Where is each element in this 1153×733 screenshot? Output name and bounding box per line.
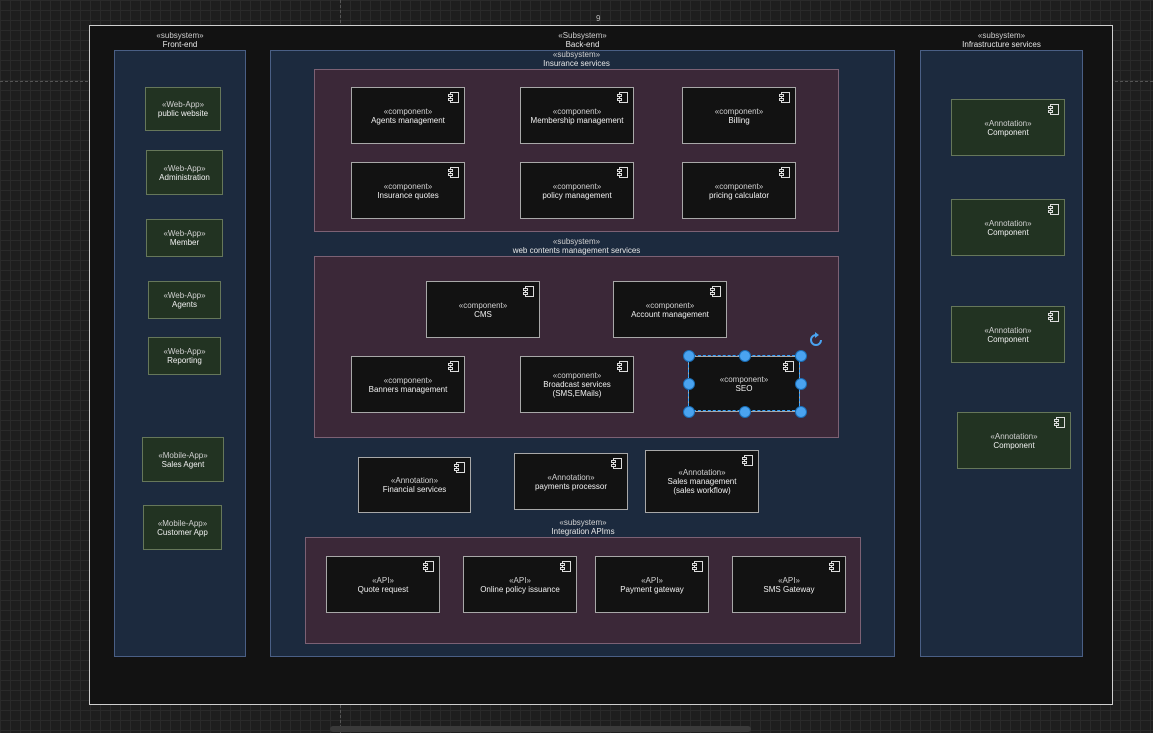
infra-component-1[interactable]: «Annotation» Component (951, 99, 1065, 156)
component-account-management[interactable]: «component» Account management (613, 281, 727, 338)
component-icon (783, 361, 794, 372)
component-seo[interactable]: «component» SEO (688, 356, 800, 412)
mobileapp-customer-app[interactable]: «Mobile-App» Customer App (143, 505, 222, 550)
component-icon (617, 167, 628, 178)
front-end-label: «subsystem» Front-end (156, 31, 204, 49)
component-icon (617, 361, 628, 372)
component-billing[interactable]: «component» Billing (682, 87, 796, 144)
resize-handle-se[interactable] (795, 406, 807, 418)
insurance-services-label: «subsystem» Insurance services (543, 50, 610, 68)
component-icon (829, 561, 840, 572)
component-icon (560, 561, 571, 572)
component-icon (779, 167, 790, 178)
infra-component-2[interactable]: «Annotation» Component (951, 199, 1065, 256)
api-payment-gateway[interactable]: «API» Payment gateway (595, 556, 709, 613)
component-icon (611, 458, 622, 469)
resize-handle-sw[interactable] (683, 406, 695, 418)
api-sms-gateway[interactable]: «API» SMS Gateway (732, 556, 846, 613)
component-icon (1048, 104, 1059, 115)
resize-handle-s[interactable] (739, 406, 751, 418)
page-number: 9 (596, 14, 601, 23)
component-cms[interactable]: «component» CMS (426, 281, 540, 338)
api-quote-request[interactable]: «API» Quote request (326, 556, 440, 613)
component-banners-management[interactable]: «component» Banners management (351, 356, 465, 413)
resize-handle-w[interactable] (683, 378, 695, 390)
resize-handle-n[interactable] (739, 350, 751, 362)
component-insurance-quotes[interactable]: «component» Insurance quotes (351, 162, 465, 219)
component-icon (617, 92, 628, 103)
component-icon (1048, 204, 1059, 215)
component-broadcast-services[interactable]: «component» Broadcast services (SMS,EMails… (520, 356, 634, 413)
webapp-agents[interactable]: «Web-App» Agents (148, 281, 221, 319)
component-icon (448, 361, 459, 372)
annotation-financial-services[interactable]: «Annotation» Financial services (358, 457, 471, 513)
component-policy-management[interactable]: «component» policy management (520, 162, 634, 219)
integration-apis-label: «subsystem» Integration APIms (551, 518, 615, 536)
infrastructure-label: «subsystem» Infrastructure services (962, 31, 1041, 49)
rotate-handle-icon[interactable] (808, 332, 824, 348)
mobileapp-sales-agent[interactable]: «Mobile-App» Sales Agent (142, 437, 224, 482)
component-icon (1054, 417, 1065, 428)
webapp-member[interactable]: «Web-App» Member (146, 219, 223, 257)
web-contents-label: «subsystem» web contents management servi… (512, 237, 641, 255)
webapp-administration[interactable]: «Web-App» Administration (146, 150, 223, 195)
component-icon (448, 92, 459, 103)
annotation-sales-management[interactable]: «Annotation» Sales management (sales workf… (645, 450, 759, 513)
component-membership-management[interactable]: «component» Membership management (520, 87, 634, 144)
infra-component-3[interactable]: «Annotation» Component (951, 306, 1065, 363)
resize-handle-ne[interactable] (795, 350, 807, 362)
webapp-public-website[interactable]: «Web-App» public website (145, 87, 221, 131)
component-icon (742, 455, 753, 466)
api-online-policy-issuance[interactable]: «API» Online policy issuance (463, 556, 577, 613)
component-icon (692, 561, 703, 572)
component-icon (1048, 311, 1059, 322)
component-icon (454, 462, 465, 473)
component-icon (423, 561, 434, 572)
component-icon (523, 286, 534, 297)
resize-handle-e[interactable] (795, 378, 807, 390)
back-end-label: «Subsystem» Back-end (558, 31, 607, 49)
annotation-payments-processor[interactable]: «Annotation» payments processor (514, 453, 628, 510)
component-agents-management[interactable]: «component» Agents management (351, 87, 465, 144)
infra-component-4[interactable]: «Annotation» Component (957, 412, 1071, 469)
resize-handle-nw[interactable] (683, 350, 695, 362)
component-icon (779, 92, 790, 103)
component-icon (448, 167, 459, 178)
component-pricing-calculator[interactable]: «component» pricing calculator (682, 162, 796, 219)
component-icon (710, 286, 721, 297)
webapp-reporting[interactable]: «Web-App» Reporting (148, 337, 221, 375)
horizontal-scrollbar[interactable] (330, 726, 751, 732)
